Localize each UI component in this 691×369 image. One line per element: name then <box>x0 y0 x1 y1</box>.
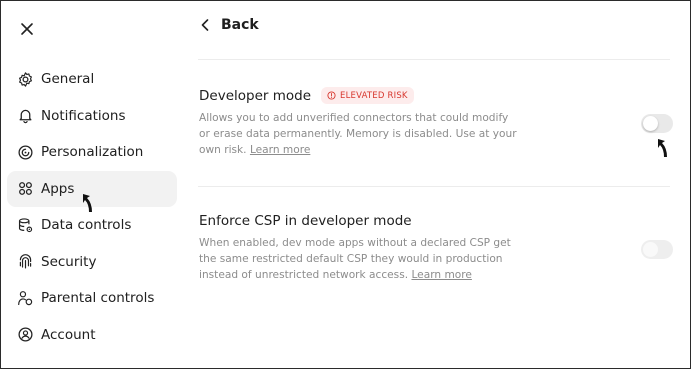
bell-icon <box>16 107 34 125</box>
enforce-csp-title: Enforce CSP in developer mode <box>199 213 412 229</box>
description-text: Allows you to add unverified connectors … <box>199 112 517 156</box>
sidebar-item-security[interactable]: Security <box>7 244 177 280</box>
close-icon <box>21 23 33 35</box>
sidebar-item-general[interactable]: General <box>7 61 177 97</box>
developer-mode-description: Allows you to add unverified connectors … <box>199 110 519 158</box>
sidebar-item-label: Personalization <box>41 144 144 160</box>
elevated-risk-badge: ELEVATED RISK <box>321 87 414 104</box>
sidebar-item-account[interactable]: Account <box>7 317 177 353</box>
fingerprint-icon <box>16 253 34 271</box>
database-gear-icon <box>16 216 34 234</box>
gear-icon <box>16 70 34 88</box>
sidebar-item-label: General <box>41 71 95 87</box>
account-icon <box>16 326 34 344</box>
back-label: Back <box>221 17 259 33</box>
developer-mode-setting: Developer mode ELEVATED RISK Allows you … <box>199 87 672 158</box>
family-icon <box>16 289 34 307</box>
badge-label: ELEVATED RISK <box>340 90 408 101</box>
section-divider <box>198 186 670 187</box>
sidebar-item-label: Apps <box>41 180 75 197</box>
sidebar-item-label: Data controls <box>41 217 132 233</box>
mouse-cursor-icon <box>658 139 667 157</box>
sidebar-item-personalization[interactable]: Personalization <box>7 134 177 170</box>
sidebar-item-notifications[interactable]: Notifications <box>7 98 177 134</box>
developer-mode-title: Developer mode <box>199 87 312 104</box>
mouse-cursor-icon <box>83 194 92 212</box>
enforce-csp-toggle[interactable] <box>641 240 673 259</box>
personalization-icon <box>16 143 34 161</box>
settings-window: General Notifications Personalization Ap… <box>0 0 691 369</box>
sidebar-item-label: Security <box>41 253 97 270</box>
warning-circle-icon <box>327 91 336 100</box>
sidebar-item-label: Account <box>41 326 96 343</box>
back-button[interactable]: Back <box>201 17 259 33</box>
header-divider <box>198 59 670 60</box>
sidebar-item-parental-controls[interactable]: Parental controls <box>7 280 177 316</box>
sidebar-item-label: Notifications <box>41 107 126 124</box>
developer-mode-toggle[interactable] <box>641 114 673 133</box>
toggle-knob <box>643 116 658 131</box>
apps-grid-icon <box>16 180 34 198</box>
learn-more-link[interactable]: Learn more <box>411 269 471 281</box>
sidebar-item-label: Parental controls <box>41 290 155 306</box>
enforce-csp-setting: Enforce CSP in developer mode When enabl… <box>199 213 672 283</box>
learn-more-link[interactable]: Learn more <box>250 144 310 156</box>
enforce-csp-description: When enabled, dev mode apps without a de… <box>199 235 529 283</box>
chevron-left-icon <box>201 19 209 31</box>
toggle-knob <box>643 242 658 257</box>
close-button[interactable] <box>15 17 39 41</box>
